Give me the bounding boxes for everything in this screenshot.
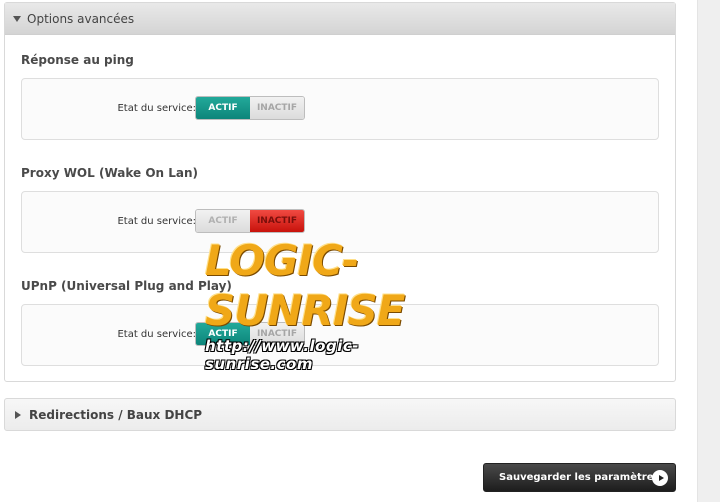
ping-service-label: Etat du service: bbox=[117, 103, 196, 114]
wol-actif-button[interactable]: ACTIF bbox=[196, 210, 250, 232]
section-title-ping: Réponse au ping bbox=[21, 53, 134, 67]
upnp-service-label: Etat du service: bbox=[117, 329, 196, 340]
wol-inactif-button[interactable]: INACTIF bbox=[250, 210, 304, 232]
upnp-actif-button[interactable]: ACTIF bbox=[196, 323, 250, 345]
ping-service-toggle[interactable]: ACTIF INACTIF bbox=[195, 96, 305, 120]
section-title-upnp: UPnP (Universal Plug and Play) bbox=[21, 279, 232, 293]
ping-service-box: Etat du service: ACTIF INACTIF bbox=[21, 78, 659, 140]
upnp-service-box: Etat du service: ACTIF INACTIF bbox=[21, 304, 659, 366]
ping-inactif-button[interactable]: INACTIF bbox=[250, 97, 304, 119]
redirections-panel-header[interactable]: Redirections / Baux DHCP bbox=[4, 398, 676, 431]
page: Options avancées Réponse au ping Etat du… bbox=[0, 0, 720, 502]
section-title-wol: Proxy WOL (Wake On Lan) bbox=[21, 166, 199, 180]
wol-service-toggle[interactable]: ACTIF INACTIF bbox=[195, 209, 305, 233]
advanced-options-title: Options avancées bbox=[27, 11, 135, 26]
advanced-options-panel: Options avancées Réponse au ping Etat du… bbox=[4, 2, 676, 382]
redirections-title: Redirections / Baux DHCP bbox=[29, 407, 203, 422]
caret-right-icon bbox=[15, 410, 21, 419]
ping-actif-button[interactable]: ACTIF bbox=[196, 97, 250, 119]
upnp-service-toggle[interactable]: ACTIF INACTIF bbox=[195, 322, 305, 346]
wol-service-box: Etat du service: ACTIF INACTIF bbox=[21, 191, 659, 253]
save-settings-button[interactable]: Sauvegarder les paramètres bbox=[483, 463, 676, 492]
caret-down-icon bbox=[13, 15, 21, 22]
save-settings-label: Sauvegarder les paramètres bbox=[499, 472, 660, 483]
wol-service-label: Etat du service: bbox=[117, 216, 196, 227]
arrow-right-icon bbox=[652, 470, 668, 486]
scroll-gutter[interactable] bbox=[697, 0, 720, 502]
advanced-options-header[interactable]: Options avancées bbox=[5, 3, 675, 35]
upnp-inactif-button[interactable]: INACTIF bbox=[250, 323, 304, 345]
